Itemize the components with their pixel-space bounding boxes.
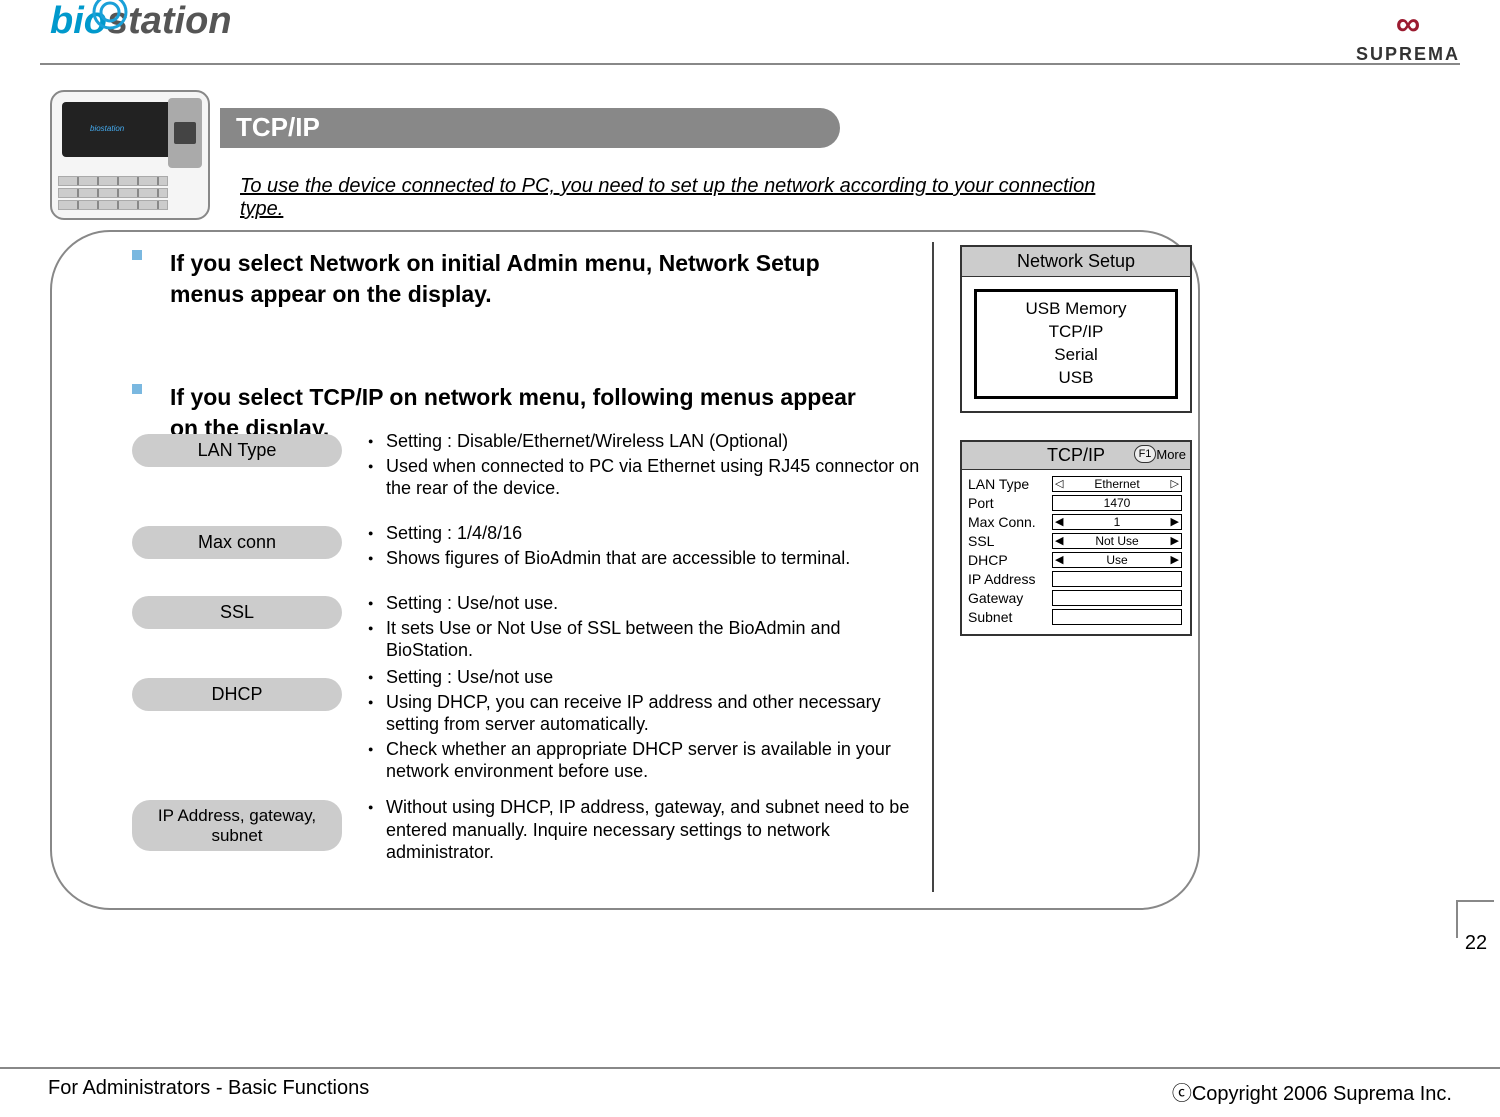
description-line: Check whether an appropriate DHCP server… — [368, 738, 928, 783]
section-heading-1: If you select Network on initial Admin m… — [170, 248, 890, 310]
setting-row: Subnet — [968, 607, 1184, 626]
setting-description: Setting : Use/not useUsing DHCP, you can… — [368, 666, 928, 785]
logo-biostation: biostation — [50, 0, 232, 43]
setting-description: Setting : Disable/Ethernet/Wireless LAN … — [368, 430, 928, 502]
setting-value: ◀Not Use▶ — [1052, 533, 1182, 549]
footer-right: ⓒCopyright 2006 Suprema Inc. — [1172, 1077, 1452, 1106]
setting-value: ◀1▶ — [1052, 514, 1182, 530]
setting-row: SSL◀Not Use▶ — [968, 531, 1184, 550]
page-number: 22 — [1456, 900, 1494, 938]
logo-suprema: ∞ SUPREMA — [1356, 5, 1460, 65]
setting-pill: LAN Type — [132, 434, 342, 467]
intro-text: To use the device connected to PC, you n… — [240, 175, 1140, 221]
setting-label: Gateway — [968, 590, 1052, 606]
panel-title: TCP/IP F1 More — [962, 442, 1190, 470]
menu-item: USB Memory — [983, 298, 1169, 321]
setting-value — [1052, 571, 1182, 587]
bullet-icon — [132, 246, 158, 264]
setting-pill: Max conn — [132, 526, 342, 559]
device-thumbnail — [50, 90, 210, 220]
setting-pill: DHCP — [132, 678, 342, 711]
description-line: Setting : Use/not use — [368, 666, 928, 689]
panel-title: Network Setup — [962, 247, 1190, 277]
setting-row: LAN Type◁Ethernet▷ — [968, 474, 1184, 493]
setting-label: SSL — [968, 533, 1052, 549]
f1-key-icon: F1 — [1134, 445, 1156, 463]
panel-body: USB Memory TCP/IP Serial USB — [974, 289, 1178, 399]
setting-description: Without using DHCP, IP address, gateway,… — [368, 796, 928, 866]
setting-row: Gateway — [968, 588, 1184, 607]
setting-pill: SSL — [132, 596, 342, 629]
description-line: Setting : Disable/Ethernet/Wireless LAN … — [368, 430, 928, 453]
menu-item: TCP/IP — [983, 321, 1169, 344]
footer-left: For Administrators - Basic Functions — [48, 1077, 369, 1100]
page-title: TCP/IP — [220, 108, 840, 148]
setting-row: IP Address — [968, 569, 1184, 588]
menu-item: Serial — [983, 344, 1169, 367]
setting-value — [1052, 609, 1182, 625]
page-footer: For Administrators - Basic Functions ⓒCo… — [0, 1067, 1500, 1107]
setting-label: Port — [968, 495, 1052, 511]
menu-item: USB — [983, 367, 1169, 390]
description-line: Using DHCP, you can receive IP address a… — [368, 691, 928, 736]
description-line: Shows figures of BioAdmin that are acces… — [368, 547, 928, 570]
description-line: It sets Use or Not Use of SSL between th… — [368, 617, 928, 662]
setting-value: ◁Ethernet▷ — [1052, 476, 1182, 492]
page-header: biostation ∞ SUPREMA — [40, 0, 1460, 65]
bullet-icon — [132, 380, 158, 398]
description-line: Used when connected to PC via Ethernet u… — [368, 455, 928, 500]
setting-label: DHCP — [968, 552, 1052, 568]
setting-description: Setting : 1/4/8/16Shows figures of BioAd… — [368, 522, 928, 571]
setting-value: ◀Use▶ — [1052, 552, 1182, 568]
setting-pill: IP Address, gateway, subnet — [132, 800, 342, 851]
setting-value: 1470 — [1052, 495, 1182, 511]
setting-row: Max Conn.◀1▶ — [968, 512, 1184, 531]
setting-label: Max Conn. — [968, 514, 1052, 530]
description-line: Without using DHCP, IP address, gateway,… — [368, 796, 928, 864]
setting-label: LAN Type — [968, 476, 1052, 492]
setting-label: Subnet — [968, 609, 1052, 625]
description-line: Setting : 1/4/8/16 — [368, 522, 928, 545]
description-line: Setting : Use/not use. — [368, 592, 928, 615]
setting-value — [1052, 590, 1182, 606]
network-setup-panel: Network Setup USB Memory TCP/IP Serial U… — [960, 245, 1192, 413]
vertical-divider — [932, 242, 934, 892]
tcpip-settings-panel: TCP/IP F1 More LAN Type◁Ethernet▷Port147… — [960, 440, 1192, 636]
more-label: More — [1156, 447, 1186, 462]
setting-row: Port1470 — [968, 493, 1184, 512]
setting-label: IP Address — [968, 571, 1052, 587]
setting-row: DHCP◀Use▶ — [968, 550, 1184, 569]
setting-description: Setting : Use/not use.It sets Use or Not… — [368, 592, 928, 664]
